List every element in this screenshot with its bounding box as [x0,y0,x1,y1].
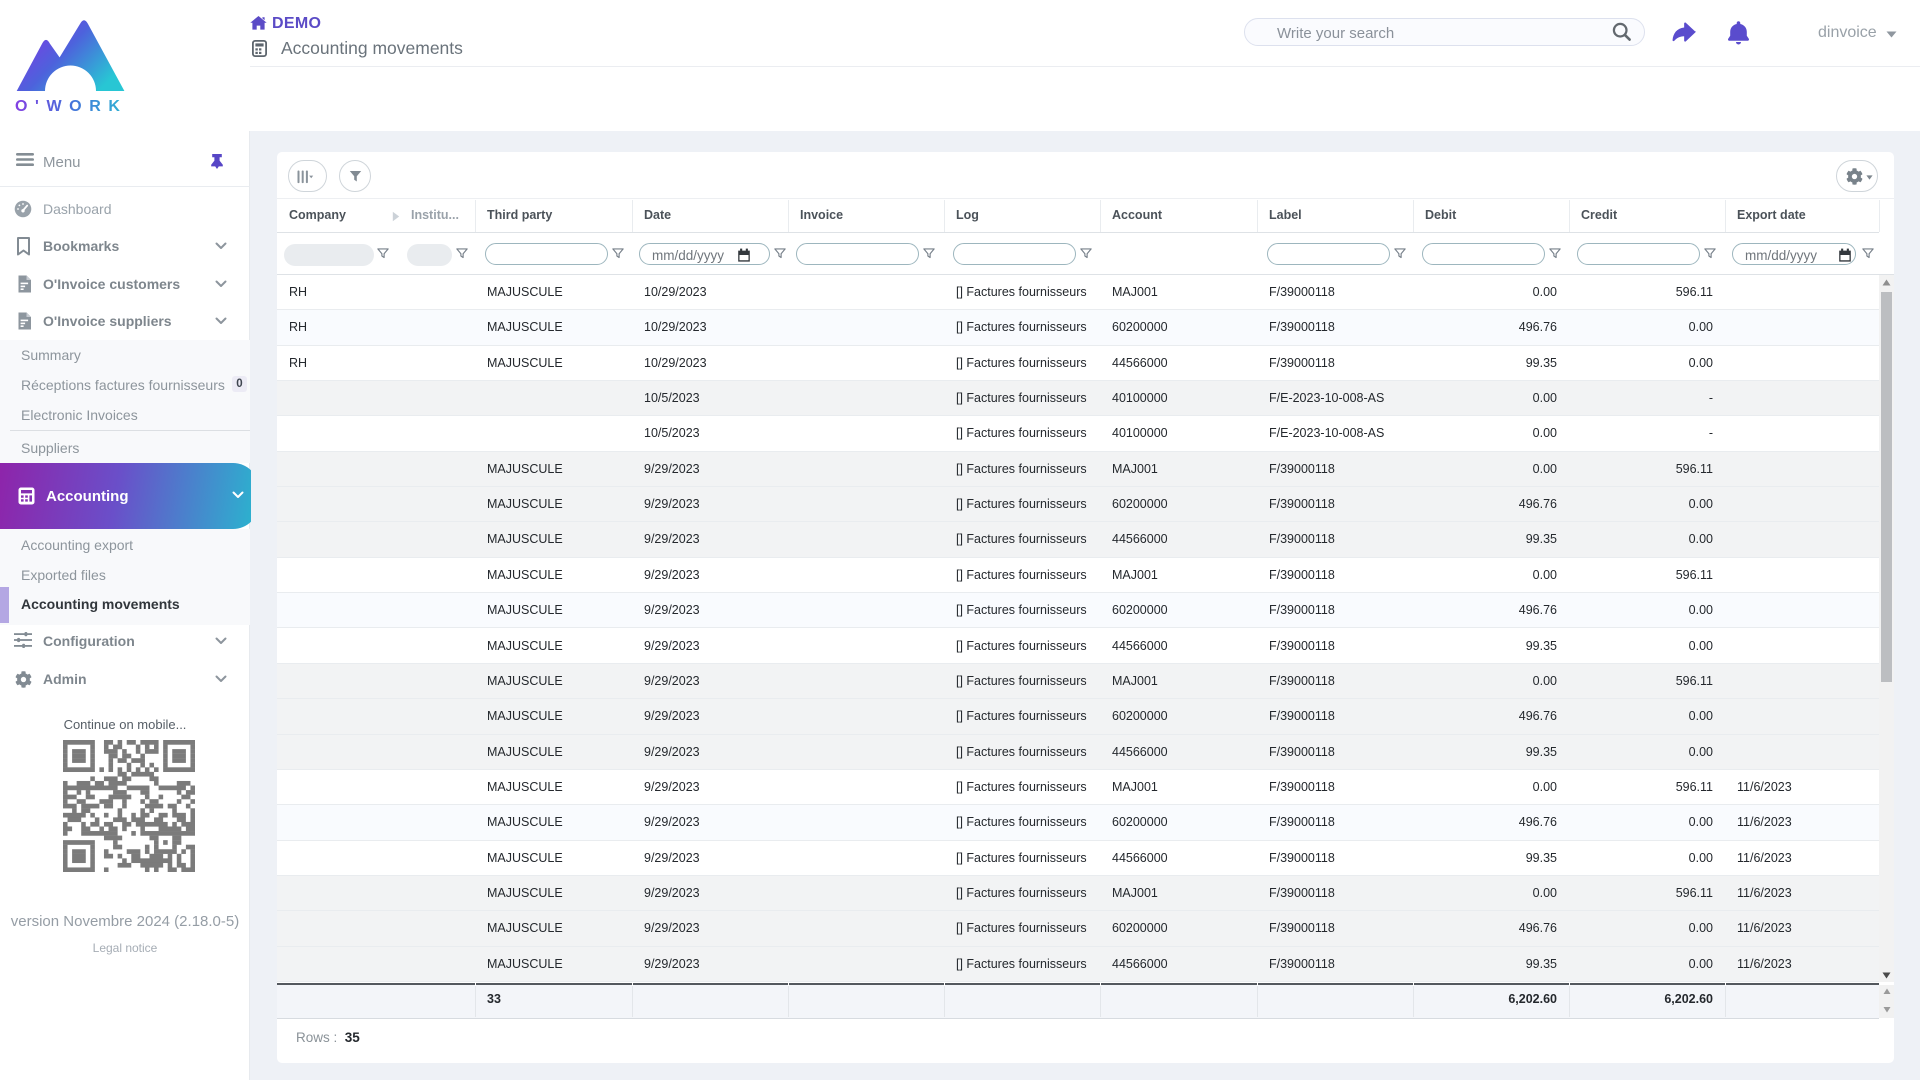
svg-text:O'WORK: O'WORK [15,98,128,115]
